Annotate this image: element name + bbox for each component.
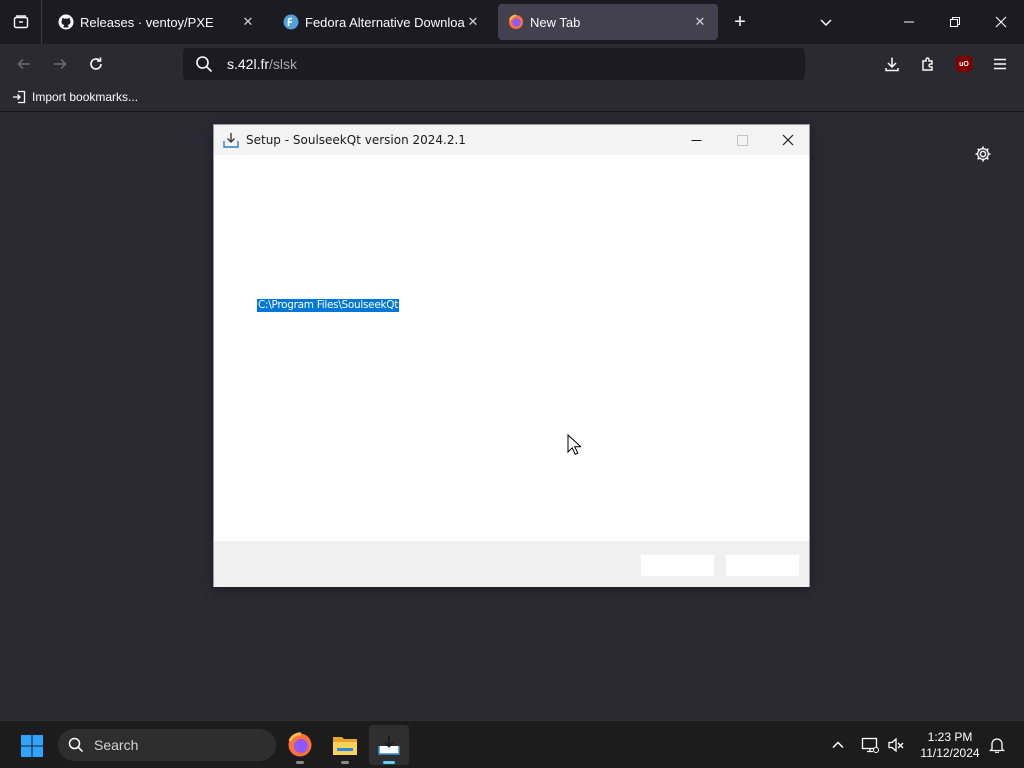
list-all-tabs-button[interactable] bbox=[812, 8, 840, 36]
clock-date: 11/12/2024 bbox=[920, 746, 980, 760]
dialog-body: C:\Program Files\SoulseekQt bbox=[214, 155, 809, 541]
firefox-view-button[interactable] bbox=[0, 0, 42, 44]
close-icon bbox=[782, 134, 794, 146]
dialog-button-2[interactable] bbox=[725, 554, 800, 577]
fedora-icon bbox=[283, 14, 299, 30]
import-bookmarks-button[interactable]: Import bookmarks... bbox=[12, 90, 138, 104]
setup-installer-icon bbox=[222, 131, 240, 149]
tab-releases[interactable]: Releases · ventoy/PXE ✕ bbox=[48, 4, 266, 40]
chevron-down-icon bbox=[820, 19, 832, 27]
hamburger-menu-icon bbox=[994, 58, 1006, 70]
github-icon bbox=[58, 14, 74, 30]
network-monitor-icon bbox=[861, 737, 879, 753]
tab-new-tab[interactable]: New Tab ✕ bbox=[498, 4, 718, 40]
dialog-button-1[interactable] bbox=[640, 554, 715, 577]
dialog-titlebar[interactable]: Setup - SoulseekQt version 2024.2.1 bbox=[214, 125, 809, 155]
windows-logo-icon bbox=[21, 735, 43, 757]
dialog-close-button[interactable] bbox=[765, 125, 811, 155]
new-tab-settings-button[interactable] bbox=[972, 143, 994, 165]
show-hidden-icons-button[interactable] bbox=[826, 733, 850, 757]
close-tab-icon[interactable]: ✕ bbox=[465, 14, 481, 30]
taskbar-file-explorer[interactable] bbox=[325, 725, 365, 765]
network-tray-button[interactable] bbox=[858, 733, 882, 757]
tab-title: Fedora Alternative Downloads bbox=[305, 14, 465, 30]
mouse-pointer-icon bbox=[567, 434, 581, 455]
reload-icon bbox=[90, 57, 102, 70]
new-tab-button[interactable]: + bbox=[726, 8, 754, 36]
minimize-button[interactable] bbox=[886, 0, 932, 44]
puzzle-icon bbox=[922, 57, 933, 71]
taskbar-firefox[interactable] bbox=[280, 725, 320, 765]
restore-button[interactable] bbox=[932, 0, 978, 44]
search-icon bbox=[195, 55, 213, 73]
restore-icon bbox=[950, 17, 960, 27]
address-bar[interactable]: s.42l.fr/slsk bbox=[183, 48, 805, 80]
speaker-muted-icon bbox=[888, 737, 904, 753]
navigation-toolbar: s.42l.fr/slsk uO bbox=[0, 44, 1024, 84]
firefox-icon bbox=[288, 732, 312, 757]
dialog-maximize-button bbox=[719, 125, 765, 155]
search-icon bbox=[68, 736, 86, 754]
tab-fedora[interactable]: Fedora Alternative Downloads ✕ bbox=[273, 4, 491, 40]
import-bookmarks-label: Import bookmarks... bbox=[32, 90, 139, 104]
extensions-button[interactable] bbox=[914, 50, 942, 78]
bookmarks-toolbar: Import bookmarks... bbox=[0, 84, 1024, 112]
close-window-button[interactable] bbox=[978, 0, 1024, 44]
firefox-icon bbox=[508, 14, 524, 30]
download-icon bbox=[885, 57, 899, 72]
setup-dialog: Setup - SoulseekQt version 2024.2.1 C:\P… bbox=[213, 124, 810, 587]
bell-icon bbox=[989, 738, 1005, 753]
close-tab-icon[interactable]: ✕ bbox=[240, 14, 256, 30]
url-text[interactable]: s.42l.fr/slsk bbox=[227, 56, 297, 72]
chevron-up-icon bbox=[832, 741, 844, 749]
url-path: /slsk bbox=[269, 56, 298, 72]
minimize-icon bbox=[904, 21, 914, 23]
search-label: Search bbox=[94, 737, 139, 753]
taskbar-clock[interactable]: 1:23 PM 11/12/2024 bbox=[910, 729, 990, 761]
file-explorer-icon bbox=[333, 737, 357, 755]
tab-title: New Tab bbox=[530, 14, 581, 30]
taskbar: Search 1:23 PM 11/12/2024 bbox=[0, 720, 1024, 768]
gear-icon bbox=[975, 146, 991, 162]
dialog-title: Setup - SoulseekQt version 2024.2.1 bbox=[246, 133, 466, 147]
running-indicator bbox=[383, 761, 395, 764]
back-button[interactable] bbox=[10, 50, 38, 78]
dialog-minimize-button[interactable] bbox=[673, 125, 719, 155]
back-arrow-icon bbox=[17, 58, 30, 70]
taskbar-search[interactable]: Search bbox=[58, 729, 276, 761]
plus-icon: + bbox=[734, 10, 746, 33]
forward-arrow-icon bbox=[54, 58, 67, 70]
notifications-button[interactable] bbox=[985, 733, 1009, 757]
volume-tray-button[interactable] bbox=[884, 733, 908, 757]
firefox-view-icon bbox=[13, 15, 28, 29]
taskbar-setup[interactable] bbox=[369, 725, 409, 765]
start-button[interactable] bbox=[16, 730, 48, 762]
downloads-button[interactable] bbox=[878, 50, 906, 78]
close-tab-icon[interactable]: ✕ bbox=[692, 14, 708, 30]
import-icon bbox=[12, 90, 26, 104]
tab-title: Releases · ventoy/PXE bbox=[80, 14, 214, 30]
minimize-icon bbox=[691, 139, 701, 141]
close-icon bbox=[995, 16, 1007, 28]
clock-time: 1:23 PM bbox=[927, 730, 973, 744]
url-host: s.42l.fr bbox=[227, 56, 270, 72]
reload-button[interactable] bbox=[82, 50, 110, 78]
setup-installer-icon bbox=[378, 736, 400, 755]
maximize-icon bbox=[736, 134, 748, 146]
app-menu-button[interactable] bbox=[986, 50, 1014, 78]
running-indicator bbox=[341, 761, 349, 764]
ublock-origin-button[interactable]: uO bbox=[950, 50, 978, 78]
install-path-field[interactable]: C:\Program Files\SoulseekQt bbox=[257, 299, 400, 312]
ublock-origin-icon: uO bbox=[956, 56, 972, 72]
running-indicator bbox=[296, 761, 304, 764]
dialog-footer bbox=[214, 541, 809, 587]
tab-strip: Releases · ventoy/PXE ✕ Fedora Alternati… bbox=[0, 0, 1024, 44]
forward-button[interactable] bbox=[46, 50, 74, 78]
